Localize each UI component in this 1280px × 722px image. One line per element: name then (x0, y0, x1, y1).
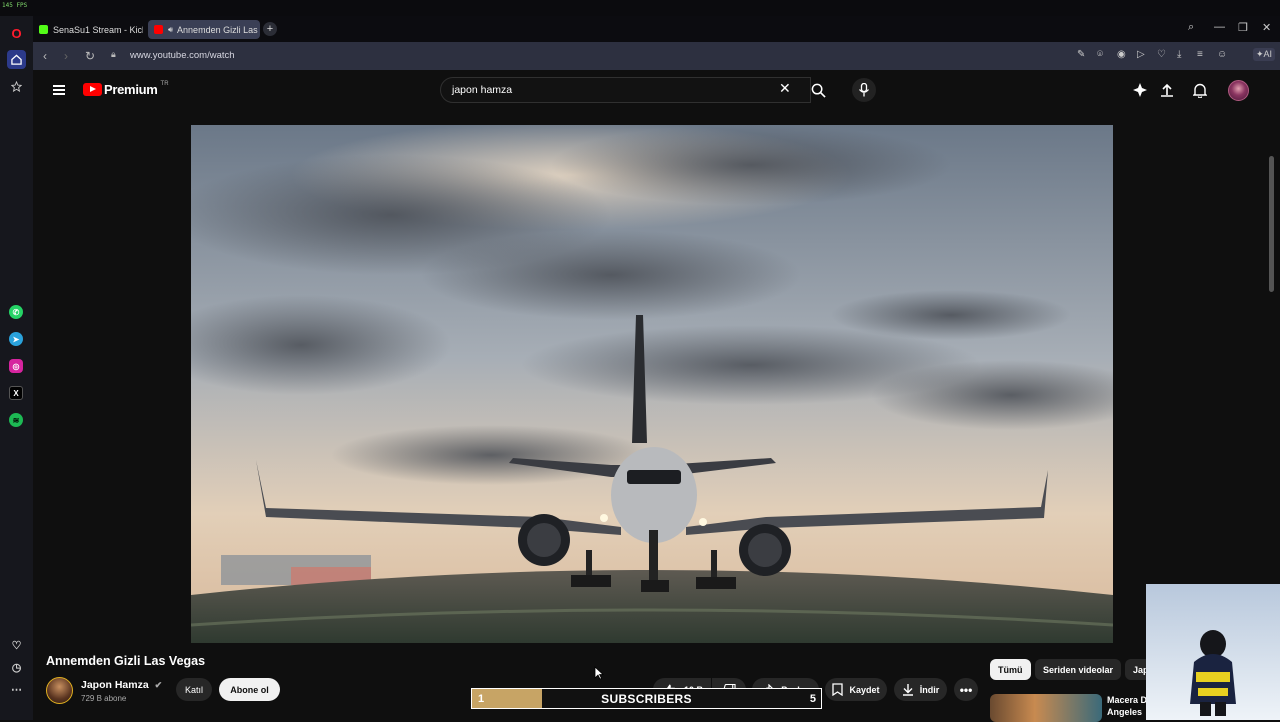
fps-counter: 145 FPS (2, 2, 28, 9)
voice-search-button[interactable] (852, 78, 876, 102)
more-horizontal-icon: ••• (959, 682, 973, 697)
opera-icon[interactable]: O (7, 24, 26, 43)
new-tab-button[interactable]: + (263, 22, 277, 36)
kick-favicon-icon (39, 25, 48, 34)
youtube-premium-logo[interactable]: Premium TR (83, 80, 169, 97)
channel-avatar[interactable] (46, 677, 73, 704)
create-sparkle-icon[interactable] (1132, 82, 1148, 98)
profile-icon[interactable]: ☺ (1217, 49, 1227, 60)
vpn-icon[interactable]: ◉ (1117, 49, 1126, 60)
ai-button[interactable]: ✦AI (1253, 48, 1276, 61)
menu-icon[interactable]: ≡ (1197, 49, 1203, 60)
notifications-bell-icon[interactable] (1192, 82, 1208, 98)
lock-icon: 🔒︎ (111, 49, 116, 59)
forward-button[interactable]: › (64, 49, 68, 63)
verified-badge-icon: ✔ (154, 680, 163, 690)
join-button[interactable]: Katıl (176, 678, 212, 701)
download-arrow-icon (902, 684, 913, 696)
download-button[interactable]: İndir (894, 678, 947, 701)
tab-kick[interactable]: SenaSu1 Stream - Kick Da (33, 20, 143, 39)
bookmark-icon (832, 683, 844, 696)
mouse-cursor-icon (594, 666, 605, 685)
history-icon[interactable]: ◷ (7, 658, 26, 677)
microphone-icon (858, 83, 870, 97)
upload-icon[interactable] (1159, 82, 1175, 98)
reload-button[interactable]: ↻ (85, 49, 95, 63)
maximize-button[interactable]: ❐ (1238, 21, 1248, 34)
youtube-favicon-icon (154, 25, 163, 34)
tab-bar: SenaSu1 Stream - Kick Da 🔊︎ Annemden Giz… (33, 16, 1280, 42)
address-bar: ‹ › ↻ 🔒︎ www.youtube.com/watch ✎ ⌾ ◉ ▷ ♡… (33, 42, 1280, 70)
bookmarks-icon[interactable] (7, 77, 26, 96)
whatsapp-icon[interactable]: ✆ (9, 305, 23, 319)
browser-window: SenaSu1 Stream - Kick Da 🔊︎ Annemden Giz… (33, 16, 1280, 722)
browser-sidebar: O ✆ ➤ ◎ X ≋ ♡ ◷ ⋯ (0, 16, 33, 720)
spotify-icon[interactable]: ≋ (9, 413, 23, 427)
audio-icon: 🔊︎ (168, 24, 174, 34)
search-icon (811, 83, 826, 98)
tab-search-icon[interactable]: ⌕ (1188, 21, 1194, 34)
search-value: japon hamza (452, 84, 513, 96)
save-button[interactable]: Kaydet (825, 678, 887, 701)
logo-text: Premium (104, 82, 158, 97)
more-icon[interactable]: ⋯ (7, 680, 26, 699)
search-input[interactable]: japon hamza (440, 77, 811, 103)
subscriber-count: 729 B abone (81, 694, 127, 703)
telegram-icon[interactable]: ➤ (9, 332, 23, 346)
favorite-icon[interactable]: ♡ (1157, 49, 1166, 60)
search-button[interactable] (805, 77, 832, 103)
x-twitter-icon[interactable]: X (9, 386, 23, 400)
close-window-button[interactable]: ✕ (1262, 21, 1271, 34)
page-scrollbar[interactable] (1269, 156, 1274, 292)
back-button[interactable]: ‹ (43, 49, 47, 63)
player-icon[interactable]: ▷ (1137, 49, 1145, 60)
region-code: TR (160, 80, 169, 87)
video-title: Annemden Gizli Las Vegas (46, 654, 206, 668)
account-avatar[interactable] (1228, 80, 1249, 101)
clear-search-icon[interactable]: ✕ (779, 80, 791, 97)
subscribe-button[interactable]: Abone ol (219, 678, 280, 701)
tab-label: Annemden Gizli Las Ve (177, 24, 260, 35)
pip-webcam-overlay (1146, 584, 1280, 720)
tab-youtube[interactable]: 🔊︎ Annemden Gizli Las Ve (148, 20, 260, 39)
goal-label: SUBSCRIBERS (601, 691, 692, 706)
instagram-icon[interactable]: ◎ (9, 359, 23, 373)
minimize-button[interactable]: — (1214, 21, 1225, 33)
camera-icon[interactable]: ⌾ (1097, 49, 1103, 60)
video-player[interactable] (191, 125, 1113, 643)
youtube-play-icon (83, 83, 102, 96)
recommended-title[interactable]: Macera D Angeles (1107, 694, 1147, 718)
youtube-page: Premium TR japon hamza ✕ Annemden Gizli … (33, 70, 1280, 722)
recommended-thumbnail[interactable] (990, 694, 1102, 722)
edit-icon[interactable]: ✎ (1077, 49, 1085, 60)
download-icon[interactable]: ⤓ (1177, 49, 1181, 60)
url-field[interactable]: www.youtube.com/watch (130, 50, 235, 61)
os-top-strip: 145 FPS (0, 0, 1280, 16)
menu-hamburger-icon[interactable] (53, 85, 65, 95)
chip-series-videos[interactable]: Seriden videolar (1035, 659, 1122, 680)
subscriber-goal-bar: 1 SUBSCRIBERS 5 (471, 688, 822, 709)
channel-name[interactable]: Japon Hamza ✔ (81, 679, 162, 691)
heart-icon[interactable]: ♡ (7, 636, 26, 655)
video-frame (191, 125, 1113, 643)
chip-all[interactable]: Tümü (990, 659, 1031, 680)
more-actions-button[interactable]: ••• (954, 678, 978, 701)
home-icon[interactable] (7, 50, 26, 69)
goal-target: 5 (809, 692, 816, 705)
tab-label: SenaSu1 Stream - Kick Da (53, 24, 143, 35)
